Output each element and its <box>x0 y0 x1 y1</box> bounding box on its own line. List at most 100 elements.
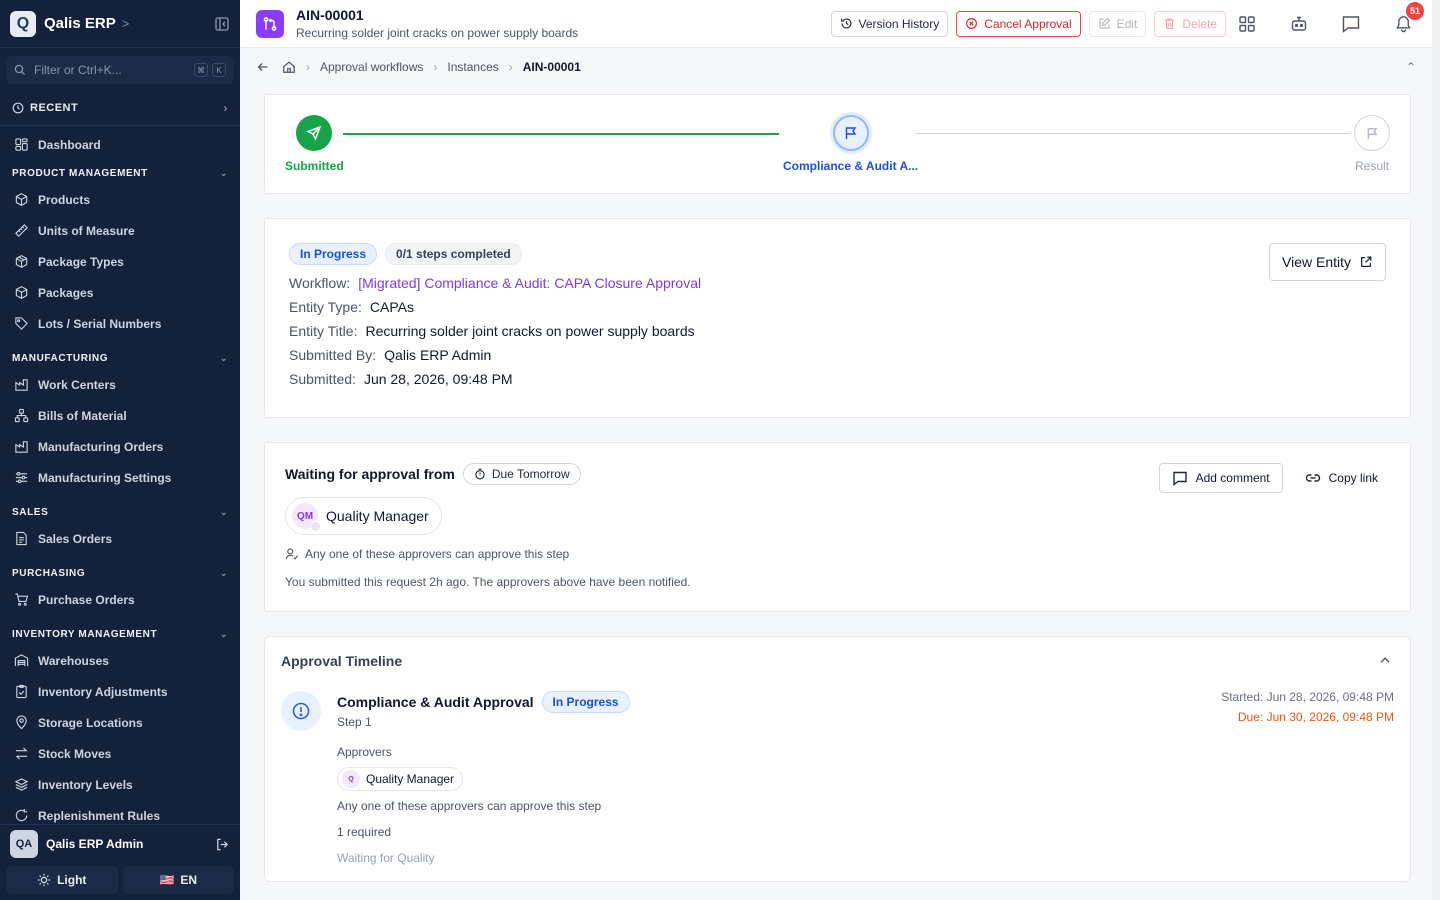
timeline-status-badge: In Progress <box>541 691 630 713</box>
edit-button[interactable]: Edit <box>1088 10 1147 37</box>
sidebar-item-stock-moves[interactable]: Stock Moves <box>0 738 240 769</box>
sidebar-item-manufacturing-orders[interactable]: Manufacturing Orders <box>0 431 240 462</box>
sidebar-item-label: Purchase Orders <box>38 592 135 607</box>
timeline-title: Approval Timeline <box>281 653 403 669</box>
breadcrumb-instances[interactable]: Instances <box>447 60 498 74</box>
grid-icon <box>1239 15 1255 32</box>
trash-icon <box>1165 18 1175 29</box>
notifications-button[interactable]: 51 <box>1390 1 1424 37</box>
recent-label: RECENT <box>30 101 79 114</box>
delete-button[interactable]: Delete <box>1154 10 1226 37</box>
version-history-label: Version History <box>858 16 940 31</box>
sidebar-item-label: Inventory Levels <box>38 777 133 792</box>
section-sales[interactable]: SALES ⌄ <box>0 501 240 523</box>
cancel-approval-button[interactable]: Cancel Approval <box>956 10 1081 37</box>
sidebar-item-packages[interactable]: Packages <box>0 277 240 308</box>
sidebar-item-inventory-adjustments[interactable]: Inventory Adjustments <box>0 676 240 707</box>
brand-name[interactable]: Qalis ERP <box>44 15 116 32</box>
sidebar-filter-input[interactable]: Filter or Ctrl+K... ⌘ K <box>6 56 234 84</box>
section-label: PURCHASING <box>12 567 86 579</box>
section-product-management[interactable]: PRODUCT MANAGEMENT ⌄ <box>0 162 240 184</box>
user-menu[interactable]: QA Qalis ERP Admin <box>0 827 240 861</box>
workflow-label: Workflow: <box>289 275 351 291</box>
any-one-note: Any one of these approvers can approve t… <box>285 547 1390 561</box>
due-badge: Due Tomorrow <box>462 463 581 485</box>
sidebar-item-label: Lots / Serial Numbers <box>38 316 162 331</box>
workflow-link[interactable]: [Migrated] Compliance & Audit: CAPA Clos… <box>358 275 701 291</box>
entity-type-label: Entity Type: <box>289 299 362 315</box>
scrollbar[interactable] <box>1432 0 1440 900</box>
approver-name: Quality Manager <box>326 508 429 524</box>
sidebar-item-package-types[interactable]: Package Types <box>0 246 240 277</box>
sidebar-item-sales-orders[interactable]: Sales Orders <box>0 523 240 554</box>
x-circle-icon <box>966 18 978 29</box>
sidebar-item-dashboard[interactable]: Dashboard <box>0 129 240 160</box>
due-label: Due Tomorrow <box>491 467 570 481</box>
logout-icon[interactable] <box>215 837 230 852</box>
back-arrow-icon[interactable] <box>256 60 270 74</box>
steps-completed-badge: 0/1 steps completed <box>385 243 522 265</box>
sidebar-nav: Dashboard PRODUCT MANAGEMENT ⌄ Products … <box>0 126 240 831</box>
sidebar-item-label: Work Centers <box>38 377 116 392</box>
sidebar-item-manufacturing-settings[interactable]: Manufacturing Settings <box>0 462 240 493</box>
sidebar-item-label: Bills of Material <box>38 408 127 423</box>
theme-toggle-button[interactable]: Light <box>6 866 118 894</box>
submitted-value: Jun 28, 2026, 09:48 PM <box>363 371 513 387</box>
messages-button[interactable] <box>1338 11 1364 37</box>
sun-icon <box>37 873 51 887</box>
kbd-cmd: ⌘ <box>194 63 208 77</box>
delete-label: Delete <box>1182 16 1217 31</box>
section-purchasing[interactable]: PURCHASING ⌄ <box>0 562 240 584</box>
section-manufacturing[interactable]: MANUFACTURING ⌄ <box>0 347 240 369</box>
sidebar-item-label: Dashboard <box>38 137 101 152</box>
version-history-button[interactable]: Version History <box>830 10 949 37</box>
search-icon <box>14 64 25 75</box>
user-check-icon <box>285 548 299 560</box>
sidebar-item-label: Packages <box>38 285 94 300</box>
ai-assistant-button[interactable] <box>1286 11 1312 37</box>
sidebar-item-storage-locations[interactable]: Storage Locations <box>0 707 240 738</box>
breadcrumb-separator: › <box>433 60 438 74</box>
ruler-icon <box>15 224 28 237</box>
language-button[interactable]: 🇺🇸 EN <box>122 866 234 894</box>
home-icon[interactable] <box>282 60 296 74</box>
timeline-approver-chip[interactable]: Q Quality Manager <box>337 767 464 791</box>
sidebar-header: Q Qalis ERP > <box>0 0 240 48</box>
external-link-icon <box>1360 256 1372 268</box>
sidebar-item-units-of-measure[interactable]: Units of Measure <box>0 215 240 246</box>
chevron-up-icon[interactable] <box>1378 653 1392 667</box>
sidebar-item-work-centers[interactable]: Work Centers <box>0 369 240 400</box>
view-entity-button[interactable]: View Entity <box>1269 243 1386 281</box>
sidebar-item-purchase-orders[interactable]: Purchase Orders <box>0 584 240 615</box>
sidebar-item-products[interactable]: Products <box>0 184 240 215</box>
chevron-up-icon[interactable]: ⌃ <box>1406 60 1416 74</box>
app-logo[interactable]: Q <box>10 10 36 37</box>
timeline-any-one: Any one of these approvers can approve t… <box>337 799 602 813</box>
sidebar-item-label: Replenishment Rules <box>38 808 161 823</box>
add-comment-button[interactable]: Add comment <box>1158 463 1283 493</box>
apps-grid-button[interactable] <box>1234 11 1260 37</box>
copy-link-button[interactable]: Copy link <box>1293 463 1390 493</box>
waiting-approval-card: Waiting for approval from Due Tomorrow A… <box>264 442 1411 612</box>
recent-section[interactable]: RECENT › <box>0 90 240 126</box>
sidebar-item-lots-serial-numbers[interactable]: Lots / Serial Numbers <box>0 308 240 339</box>
step-result[interactable]: Result <box>1354 115 1390 173</box>
workflow-icon <box>256 9 284 38</box>
breadcrumb-approval-workflows[interactable]: Approval workflows <box>320 60 423 74</box>
approver-chip[interactable]: QM Quality Manager <box>285 497 442 535</box>
chevron-right-icon: › <box>223 100 228 115</box>
kbd-k: K <box>212 63 226 77</box>
collapse-sidebar-icon[interactable] <box>214 16 230 32</box>
step-compliance-audit[interactable]: Compliance & Audit A... <box>783 115 918 173</box>
breadcrumb-separator: › <box>306 60 310 74</box>
sidebar-item-bills-of-material[interactable]: Bills of Material <box>0 400 240 431</box>
cart-icon <box>15 593 29 606</box>
bot-icon <box>1291 16 1307 31</box>
sidebar-item-inventory-levels[interactable]: Inventory Levels <box>0 769 240 800</box>
brand-chevron-icon[interactable]: > <box>122 16 130 31</box>
step-submitted[interactable]: Submitted <box>285 115 344 173</box>
section-inventory-management[interactable]: INVENTORY MANAGEMENT ⌄ <box>0 623 240 645</box>
message-icon <box>1342 15 1360 33</box>
sidebar-item-warehouses[interactable]: Warehouses <box>0 645 240 676</box>
hierarchy-icon <box>14 408 29 423</box>
